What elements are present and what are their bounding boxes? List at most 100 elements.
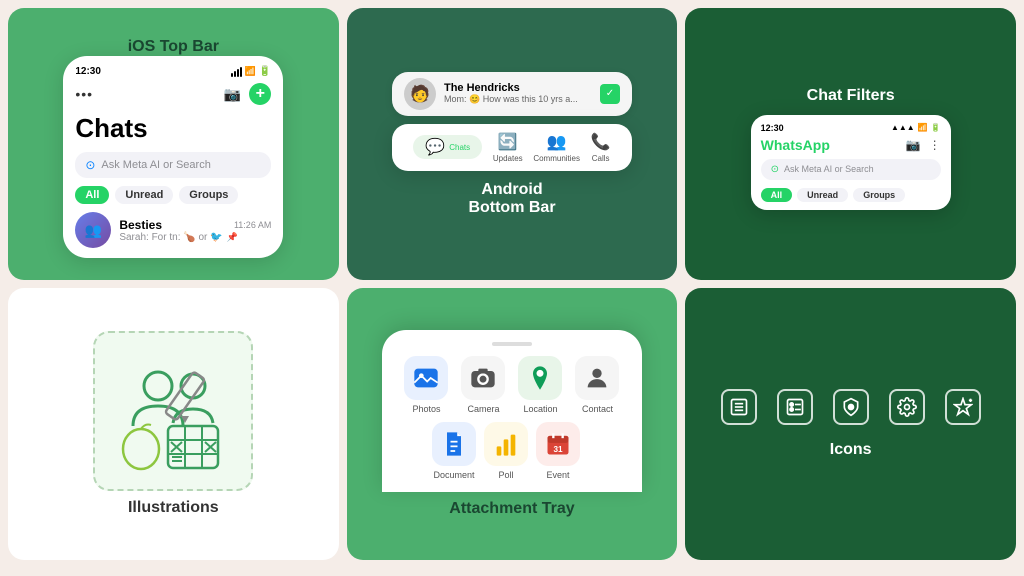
filters-chip-groups[interactable]: Groups: [853, 188, 905, 202]
filters-chip-unread[interactable]: Unread: [797, 188, 848, 202]
filters-menu-icon[interactable]: ⋮: [929, 138, 941, 152]
filters-status-bar: 12:30 ▲▲▲ 📶 🔋: [761, 123, 941, 133]
ios-status-bar: 12:30 📶 🔋: [75, 66, 271, 77]
calls-nav-icon: 📞: [591, 132, 611, 152]
ios-filter-row: All Unread Groups: [75, 186, 271, 204]
filters-time: 12:30: [761, 123, 784, 133]
android-green-dot: ✓: [600, 84, 620, 104]
icon-item-4: [889, 389, 925, 425]
calls-nav-label: Calls: [592, 154, 610, 163]
event-icon: 31: [536, 422, 580, 466]
attachment-grid-row2: Document Poll: [402, 422, 622, 480]
attachment-tray-title: Attachment Tray: [449, 500, 574, 518]
filters-chip-row: All Unread Groups: [761, 188, 941, 202]
main-grid: iOS Top Bar 12:30 📶 🔋 •••: [8, 8, 1016, 568]
attachment-tray-card: Photos Camera: [347, 288, 678, 560]
contact-icon: [575, 356, 619, 400]
attach-photos[interactable]: Photos: [402, 356, 451, 414]
ios-status-icons: 📶 🔋: [231, 66, 272, 77]
event-label: Event: [546, 470, 569, 480]
filters-chip-all[interactable]: All: [761, 188, 793, 202]
chats-nav-label: Chats: [449, 143, 470, 152]
ios-phone-mockup: 12:30 📶 🔋 ••• 📷 +: [63, 56, 283, 258]
illustration-preview: [93, 331, 253, 491]
updates-nav-label: Updates: [493, 154, 523, 163]
filters-search-placeholder: Ask Meta AI or Search: [784, 164, 874, 174]
icons-card: Icons: [685, 288, 1016, 560]
android-nav-calls[interactable]: 📞 Calls: [591, 132, 611, 163]
android-nav-communities[interactable]: 👥 Communities: [533, 132, 580, 163]
android-nav-chats[interactable]: 💬 Chats: [413, 135, 482, 159]
filters-battery-icon: 🔋: [931, 123, 941, 132]
illustrations-card: Illustrations: [8, 288, 339, 560]
chat-filters-title: Chat Filters: [807, 87, 895, 105]
camera-attach-label: Camera: [467, 404, 499, 414]
signal-icon: [231, 67, 242, 77]
android-contact-msg: Mom: 😊 How was this 10 yrs a...: [444, 94, 592, 105]
shield-icon: [841, 397, 861, 417]
icons-row: [721, 389, 981, 425]
attachment-grid-row1: Photos Camera: [402, 356, 622, 414]
location-icon: [518, 356, 562, 400]
ios-add-button[interactable]: +: [249, 83, 271, 105]
android-bottom-bar-card: 🧑 The Hendricks Mom: 😊 How was this 10 y…: [347, 8, 678, 280]
ios-filter-groups[interactable]: Groups: [179, 186, 238, 204]
list-icon: [729, 397, 749, 417]
meta-ai-icon: ⊙: [85, 158, 95, 172]
ios-search-bar[interactable]: ⊙ Ask Meta AI or Search: [75, 152, 271, 178]
filters-header: WhatsApp 📷 ⋮: [761, 137, 941, 153]
document-icon: [432, 422, 476, 466]
filters-wifi-icon: 📶: [918, 123, 928, 132]
chat-list-icon: [785, 397, 805, 417]
attach-poll[interactable]: Poll: [484, 422, 528, 480]
ios-filter-unread[interactable]: Unread: [115, 186, 173, 204]
android-title: AndroidBottom Bar: [468, 181, 555, 217]
photos-label: Photos: [412, 404, 440, 414]
ios-chat-info: Besties 11:26 AM Sarah: For tn: 🍗 or 🐦 📌: [119, 218, 271, 243]
ios-chat-item[interactable]: 👥 Besties 11:26 AM Sarah: For tn: 🍗 or 🐦…: [75, 212, 271, 248]
ios-chat-preview: Sarah: For tn: 🍗 or 🐦: [119, 232, 222, 243]
icon-item-3: [833, 389, 869, 425]
ios-top-bar-title: iOS Top Bar: [128, 38, 219, 56]
ios-time: 12:30: [75, 66, 101, 77]
ios-search-placeholder: Ask Meta AI or Search: [101, 159, 210, 171]
chats-nav-icon: 💬: [425, 137, 445, 157]
ios-chat-time: 11:26 AM: [234, 220, 271, 230]
poll-icon: [484, 422, 528, 466]
document-label: Document: [433, 470, 474, 480]
attach-event[interactable]: 31 Event: [536, 422, 580, 480]
attachment-tray-mockup: Photos Camera: [382, 330, 642, 492]
icon-item-2: [777, 389, 813, 425]
filters-search-bar[interactable]: ⊙ Ask Meta AI or Search: [761, 159, 941, 180]
ios-header-icons: 📷 +: [224, 83, 271, 105]
filters-search-icon: ⊙: [771, 164, 779, 175]
attach-location[interactable]: Location: [516, 356, 565, 414]
icons-title: Icons: [830, 441, 872, 459]
poll-label: Poll: [498, 470, 513, 480]
filters-status-icons: ▲▲▲ 📶 🔋: [891, 123, 941, 133]
filters-signal-icon: ▲▲▲: [891, 123, 915, 132]
ios-chat-msg-row: Sarah: For tn: 🍗 or 🐦 📌: [119, 232, 271, 243]
illustration-svg: [103, 341, 243, 481]
attach-contact[interactable]: Contact: [573, 356, 622, 414]
icon-item-1: [721, 389, 757, 425]
android-contact-info: The Hendricks Mom: 😊 How was this 10 yrs…: [444, 82, 592, 105]
updates-nav-icon: 🔄: [498, 132, 518, 152]
filters-header-action-icons: 📷 ⋮: [906, 138, 941, 152]
ios-menu-dots[interactable]: •••: [75, 86, 93, 102]
android-chats-pill: 💬 Chats: [413, 135, 482, 159]
communities-nav-icon: 👥: [547, 132, 567, 152]
chat-filters-card: Chat Filters 12:30 ▲▲▲ 📶 🔋 WhatsApp 📷 ⋮ …: [685, 8, 1016, 280]
android-nav-updates[interactable]: 🔄 Updates: [493, 132, 523, 163]
ios-filter-all[interactable]: All: [75, 186, 109, 204]
avatar: 👥: [75, 212, 111, 248]
battery-icon: 🔋: [259, 66, 271, 77]
android-contact-card: 🧑 The Hendricks Mom: 😊 How was this 10 y…: [392, 72, 632, 116]
contact-label: Contact: [582, 404, 613, 414]
attach-document[interactable]: Document: [432, 422, 476, 480]
attach-camera[interactable]: Camera: [459, 356, 508, 414]
photos-icon: [404, 356, 448, 400]
ios-chat-name-row: Besties 11:26 AM: [119, 218, 271, 232]
filters-camera-icon[interactable]: 📷: [906, 138, 921, 152]
camera-icon[interactable]: 📷: [224, 86, 241, 103]
